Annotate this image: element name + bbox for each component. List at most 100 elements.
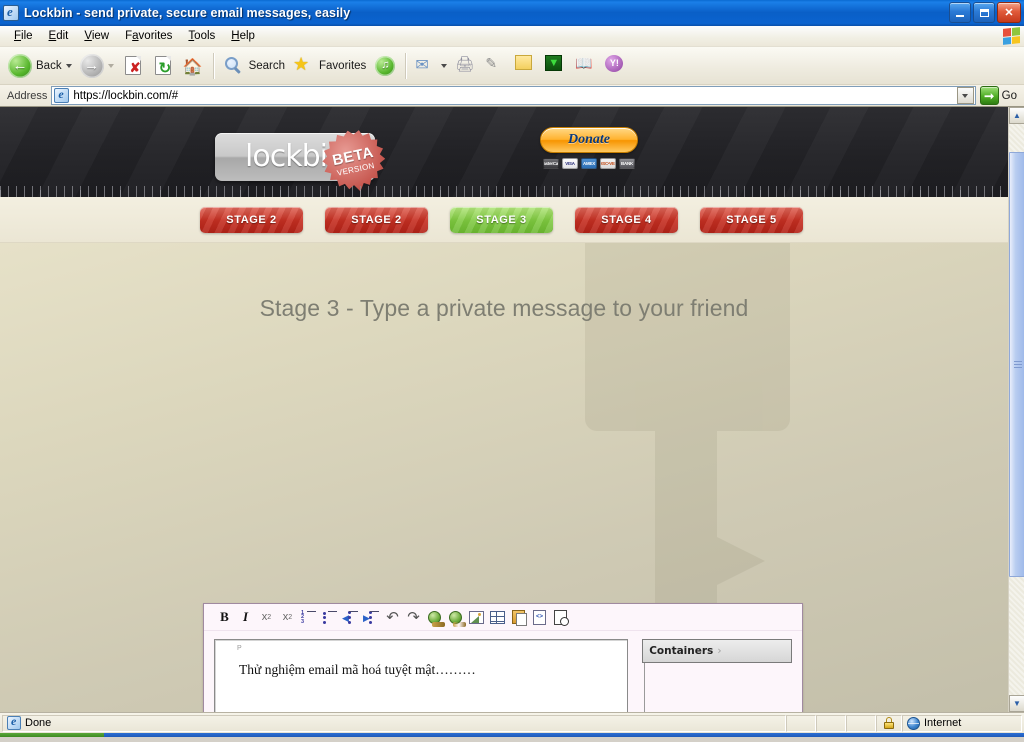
italic-icon[interactable]: I [235,607,256,628]
undo-icon[interactable]: ↶ [382,607,403,628]
mail-dropdown-icon[interactable] [441,63,448,68]
stop-icon: ✘ [122,55,144,77]
home-button[interactable]: 🏠 [178,51,208,81]
minimize-button[interactable] [949,2,971,23]
remove-link-icon[interactable] [445,607,466,628]
status-bar: Done Internet [0,712,1024,733]
stage-button-1[interactable]: STAGE 2 [200,206,303,233]
menu-bar: File Edit View Favorites Tools Help [0,26,1024,47]
menu-tools[interactable]: Tools [180,28,223,44]
scrollbar-thumb[interactable] [1009,152,1024,577]
message-input[interactable]: P Thử nghiệm email mã hoá tuyệt mật……… [214,639,629,712]
mail-icon: ✉ [415,56,429,74]
menu-favorites[interactable]: Favorites [117,28,180,44]
containers-title: Containers [649,645,714,657]
messenger-button[interactable]: Y! [601,51,631,81]
containers-panel: Containers › [642,639,792,712]
menu-view-rest: iew [91,30,110,42]
start-button-sliver[interactable] [0,733,104,737]
windows-logo-icon [1003,27,1020,45]
menu-file[interactable]: File [6,28,41,44]
media-button[interactable]: ♫ [370,51,400,81]
security-pane[interactable] [876,714,902,732]
redo-icon[interactable]: ↷ [403,607,424,628]
mail-button[interactable]: ✉ [411,51,451,81]
back-label: Back [36,59,62,72]
stage-button-3[interactable]: STAGE 3 [450,206,553,233]
editor-toolbar: B I x2 x2 123 ◀ ▶ ↶ ↷ <> [204,604,802,631]
bulleted-list-icon[interactable] [319,607,340,628]
message-editor: B I x2 x2 123 ◀ ▶ ↶ ↷ <> P Thử nghiệm em… [203,603,803,712]
restore-button[interactable] [973,2,995,23]
outdent-icon[interactable]: ◀ [340,607,361,628]
stage-button-2[interactable]: STAGE 2 [325,206,428,233]
bank-icon: BANK [619,158,635,169]
go-button[interactable]: ➞ Go [979,86,1021,105]
edit-button[interactable]: ✎ [481,51,511,81]
numbered-list-icon[interactable]: 123 [298,607,319,628]
ie-page-icon [54,87,70,103]
download-button[interactable]: ▼ [541,51,571,81]
paste-icon[interactable] [508,607,529,628]
messenger-icon: Y! [605,54,627,77]
scroll-up-button[interactable]: ▲ [1009,107,1024,124]
bold-icon[interactable]: B [214,607,235,628]
status-pane-1 [786,714,816,732]
address-input[interactable]: https://lockbin.com/# [51,86,976,105]
indent-icon[interactable]: ▶ [361,607,382,628]
ruler-strip [0,186,1008,197]
forward-button[interactable]: → [76,51,118,81]
containers-header[interactable]: Containers › [642,639,792,663]
refresh-button[interactable]: ↻ [148,51,178,81]
stop-button[interactable]: ✘ [118,51,148,81]
menu-edit[interactable]: Edit [41,28,77,44]
editor-body: P Thử nghiệm email mã hoá tuyệt mật……… C… [204,631,802,712]
back-dropdown-icon[interactable] [65,63,72,68]
status-pane-3 [846,714,876,732]
menu-help-rest: elp [239,30,255,42]
page-body: Stage 3 - Type a private message to your… [0,243,1008,712]
payment-cards: MasterCard VISA AMEX DISC•VER BANK [540,158,638,169]
print-button[interactable]: 🖨 [451,51,481,81]
donate-button[interactable]: Donate [540,127,638,153]
browser-viewport: lockbin BETA VERSION Donate MasterCard V… [0,107,1024,712]
scroll-down-button[interactable]: ▼ [1009,695,1024,712]
site-header: lockbin BETA VERSION Donate MasterCard V… [0,107,1008,197]
research-button[interactable]: 📖 [571,51,601,81]
notes-button[interactable] [511,51,541,81]
discover-icon: DISC•VER [600,158,616,169]
subscript-icon[interactable]: x2 [277,607,298,628]
stage-button-5[interactable]: STAGE 5 [700,206,803,233]
menu-view[interactable]: View [76,28,117,44]
vertical-scrollbar[interactable]: ▲ ▼ [1008,107,1024,712]
back-button[interactable]: ← Back [4,51,76,81]
status-message-pane: Done [2,714,786,732]
insert-table-icon[interactable] [487,607,508,628]
media-icon: ♫ [374,55,396,77]
back-arrow-icon: ← [8,53,32,78]
status-text: Done [25,717,52,729]
search-button[interactable]: Search [219,51,289,81]
close-button[interactable]: ✕ [997,2,1021,23]
address-url-text: https://lockbin.com/# [73,89,179,102]
insert-image-icon[interactable] [466,607,487,628]
menu-edit-rest: dit [56,30,69,42]
stage-button-4[interactable]: STAGE 4 [575,206,678,233]
address-history-dropdown[interactable] [956,87,974,104]
forward-dropdown-icon[interactable] [107,63,114,68]
favorites-button[interactable]: ★ Favorites [289,51,370,81]
home-icon: 🏠 [182,58,203,76]
taskbar-area[interactable] [104,733,1024,737]
amex-icon: AMEX [581,158,597,169]
menu-help[interactable]: Help [223,28,263,44]
site-logo[interactable]: lockbin BETA VERSION [215,133,375,181]
visa-icon: VISA [562,158,578,169]
preview-icon[interactable] [550,607,571,628]
zone-text: Internet [924,717,962,729]
insert-link-icon[interactable] [424,607,445,628]
globe-icon [907,716,920,730]
chevron-right-icon: › [717,645,722,657]
view-source-icon[interactable]: <> [529,607,550,628]
zone-pane[interactable]: Internet [902,714,1022,732]
superscript-icon[interactable]: x2 [256,607,277,628]
